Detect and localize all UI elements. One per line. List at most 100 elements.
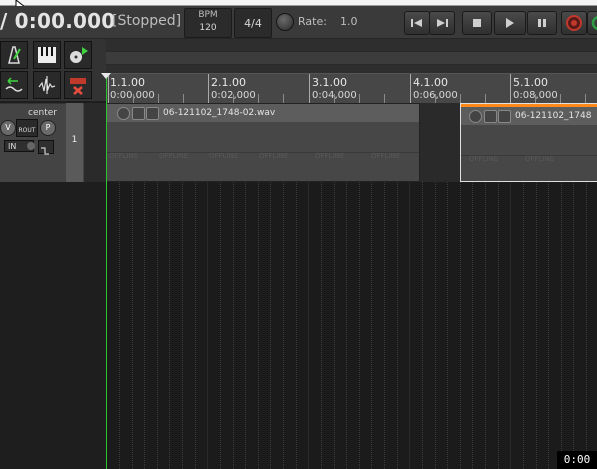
repeat-icon — [591, 16, 597, 30]
offline-label: OFFLINE — [469, 155, 499, 163]
volume-knob[interactable]: V — [0, 120, 16, 136]
play-state: [Stopped] — [112, 13, 182, 29]
grid-line — [460, 182, 461, 469]
grid-line — [397, 182, 398, 469]
stop-icon — [473, 19, 481, 27]
fx-button[interactable] — [38, 140, 54, 155]
metronome-icon — [8, 46, 21, 64]
item-fx-icon[interactable] — [146, 107, 159, 120]
track-number-strip[interactable]: 1 — [66, 103, 83, 182]
time-signature-value: 4/4 — [244, 17, 262, 30]
record-button[interactable] — [561, 11, 587, 35]
play-button[interactable] — [494, 11, 526, 35]
grid-line — [573, 182, 574, 469]
cursor-head-icon[interactable] — [101, 73, 111, 79]
grid-line — [435, 182, 436, 469]
ruler-measure-label: 5.1.00 — [513, 76, 548, 89]
grid-line — [359, 182, 360, 469]
offline-label: OFFLINE — [209, 152, 239, 160]
item-waveform: OFFLINE OFFLINE — [461, 125, 597, 181]
grid-line — [144, 182, 145, 469]
item-lock-icon[interactable] — [469, 110, 482, 123]
ruler-tick — [208, 74, 209, 104]
chevron-down-icon — [27, 142, 35, 150]
loop-button[interactable] — [0, 71, 28, 99]
waveform-snap-icon — [38, 76, 56, 94]
ruler-tick — [510, 74, 511, 104]
item-lock-icon[interactable] — [117, 107, 130, 120]
film-reel-icon — [70, 47, 88, 63]
grid-line — [296, 182, 297, 469]
item-header: 06-121102_1748-02.wav — [107, 104, 419, 122]
rate-value[interactable]: 1.0 — [340, 15, 358, 28]
grid-line — [245, 182, 246, 469]
rate-knob[interactable] — [276, 13, 294, 31]
edit-cursor[interactable] — [106, 73, 107, 469]
offline-label: OFFLINE — [371, 152, 401, 160]
grid-line — [207, 182, 208, 469]
item-fx-icon[interactable] — [498, 110, 511, 123]
offline-label: OFFLINE — [315, 152, 345, 160]
media-item-selected[interactable]: 06-121102_1748 OFFLINE OFFLINE — [460, 103, 597, 182]
main-toolbar — [0, 39, 106, 101]
stop-button[interactable] — [462, 11, 492, 35]
media-item[interactable]: 06-121102_1748-02.wav OFFLINE OFFLINE OF… — [106, 103, 420, 182]
input-button[interactable]: IN — [4, 140, 35, 152]
ruler-measure-label: 4.1.00 — [413, 76, 448, 89]
offline-label: OFFLINE — [159, 152, 189, 160]
fx-icon — [41, 147, 49, 155]
horizontal-scroll-area — [106, 39, 597, 73]
arrange-view[interactable]: 06-121102_1748-02.wav OFFLINE OFFLINE OF… — [106, 103, 597, 469]
grid-line — [548, 182, 549, 469]
ripple-delete-icon — [70, 78, 86, 95]
grid-line — [561, 182, 562, 469]
grid-line — [409, 182, 410, 469]
item-mute-icon[interactable] — [484, 110, 497, 123]
grid-line — [258, 182, 259, 469]
grid-line — [308, 182, 309, 469]
transport-bar: / 0:00.000 [Stopped] BPM 120 4/4 Rate: 1… — [0, 6, 597, 39]
pan-label: center — [28, 108, 57, 118]
skip-forward-icon — [437, 19, 448, 27]
item-gap — [420, 103, 460, 182]
item-name: 06-121102_1748-02.wav — [163, 108, 276, 118]
grid-line — [498, 182, 499, 469]
go-to-start-button[interactable] — [404, 11, 430, 35]
virtual-keyboard-button[interactable] — [33, 41, 61, 69]
piano-keys-icon — [38, 47, 56, 63]
offline-label: OFFLINE — [525, 155, 555, 163]
metronome-button[interactable] — [0, 41, 28, 69]
go-to-end-button[interactable] — [429, 11, 455, 35]
grid-line — [270, 182, 271, 469]
time-signature-box[interactable]: 4/4 — [234, 8, 272, 38]
repeat-button[interactable] — [587, 11, 597, 35]
bpm-box[interactable]: BPM 120 — [184, 8, 232, 38]
timeline-ruler[interactable]: 1.1.00 0:00,000 2.1.00 0:02,000 3.1.00 0… — [106, 73, 597, 104]
snap-button[interactable] — [33, 71, 61, 99]
item-header: 06-121102_1748 — [461, 107, 597, 125]
tcp-empty-area — [0, 182, 106, 469]
ruler-measure-label: 2.1.00 — [211, 76, 246, 89]
pause-button[interactable] — [527, 11, 557, 35]
ripple-edit-button[interactable] — [64, 71, 92, 99]
grid-line — [195, 182, 196, 469]
route-button[interactable]: ROUT — [16, 119, 38, 137]
ruler-tick — [410, 74, 411, 104]
item-waveform: OFFLINE OFFLINE OFFLINE OFFLINE OFFLINE … — [107, 122, 419, 181]
grid-line — [510, 182, 511, 469]
horizontal-scrollbar[interactable] — [106, 51, 597, 65]
grid-line — [182, 182, 183, 469]
grid-line — [283, 182, 284, 469]
pan-knob[interactable]: P — [40, 120, 56, 136]
grid-line — [119, 182, 120, 469]
item-mute-icon[interactable] — [132, 107, 145, 120]
render-button[interactable] — [64, 41, 92, 69]
time-display: / 0:00.000 — [0, 9, 116, 33]
grid-line — [233, 182, 234, 469]
input-label: IN — [8, 142, 17, 151]
grid-line — [371, 182, 372, 469]
grid-line — [447, 182, 448, 469]
ruler-tick — [309, 74, 310, 104]
grid-line — [346, 182, 347, 469]
skip-back-icon — [411, 19, 422, 27]
